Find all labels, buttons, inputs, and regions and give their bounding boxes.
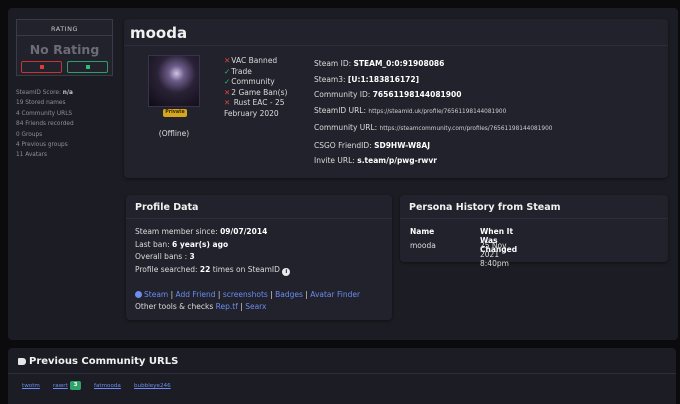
- member-since: Steam member since: 09/07/2014: [135, 227, 268, 236]
- divider: [400, 218, 668, 219]
- info-icon[interactable]: i: [282, 267, 291, 276]
- profile-ids: Steam ID: STEAM_0:0:91908086 Steam3: [U:…: [314, 56, 552, 169]
- x-icon: ✕: [224, 98, 231, 107]
- community-url: Community URL: https://steamcommunity.co…: [314, 123, 553, 132]
- steamid-url: SteamID URL: https://steamid.uk/profile/…: [314, 105, 507, 115]
- online-status: (Offline): [158, 129, 190, 138]
- reptf-link[interactable]: Rep.tf: [216, 302, 238, 311]
- invite-url-link[interactable]: s.team/p/pwg-rwvr: [357, 156, 437, 165]
- game-ban-status: ✕2 Game Ban(s): [224, 87, 288, 97]
- divider: [126, 218, 392, 219]
- stat-line: 0 Groups: [16, 131, 43, 138]
- private-badge: Private: [163, 109, 187, 117]
- divider: [17, 35, 112, 36]
- thumbs-up-icon: [85, 65, 90, 69]
- rust-eac-date: February 2020: [224, 108, 279, 118]
- steamid-score: SteamID Score: n/a: [16, 90, 73, 96]
- profile-links: Steam | Add Friend | screenshots | Badge…: [135, 289, 360, 313]
- other-tools-row: Other tools & checks Rep.tf | Searx: [135, 302, 267, 311]
- count-badge: 3: [70, 381, 81, 390]
- stat-line: 4 Previous groups: [16, 142, 68, 149]
- persona-history-header: Name When It Was Changed: [410, 227, 517, 254]
- csgo-friend-id: CSGO FriendID: SD9HW-W8AJ: [314, 140, 430, 150]
- thumbs-down-button[interactable]: [21, 61, 62, 73]
- vac-ban-status: ✕VAC Banned: [224, 56, 278, 65]
- stat-line: 84 Friends recorded: [16, 121, 74, 128]
- avatar[interactable]: [148, 55, 200, 107]
- name-column-header: Name: [410, 227, 435, 236]
- stat-line: 4 Community URLS: [16, 110, 73, 117]
- previous-url-link[interactable]: fatmooda: [94, 383, 121, 389]
- persona-name: mooda: [410, 241, 436, 250]
- steam-icon: [135, 291, 142, 298]
- ban-list: ✕VAC Banned ✓Trade ✓Community ✕2 Game Ba…: [224, 56, 287, 119]
- previous-url-link[interactable]: bubbleye246: [134, 383, 171, 389]
- community-ban-status: ✓Community: [224, 77, 275, 86]
- screenshots-link[interactable]: screenshots: [223, 290, 268, 299]
- sidebar-stats: SteamID Score: n/a 19 Stored names 4 Com…: [16, 88, 74, 161]
- profile-name: mooda: [130, 24, 188, 42]
- avatar-finder-link[interactable]: Avatar Finder: [310, 290, 360, 299]
- overall-bans: Overall bans : 3: [135, 252, 195, 261]
- table-row: mooda 25 Nov 2021 8:40pm: [410, 241, 509, 268]
- thumbs-down-icon: [39, 65, 44, 69]
- persona-history-title: Persona History from Steam: [409, 202, 561, 213]
- previous-url-link[interactable]: twotm: [22, 383, 40, 389]
- rating-value: No Rating: [29, 42, 100, 57]
- community-id: Community ID: 76561198144081900: [314, 90, 462, 99]
- stat-line: 11 Avatars: [16, 152, 48, 159]
- badges-link[interactable]: Badges: [275, 290, 303, 299]
- profile-card: mooda Private (Offline) ✕VAC Banned ✓Tra…: [124, 19, 668, 178]
- steamid-url-link[interactable]: https://steamid.uk/profile/7656119814408…: [368, 109, 506, 115]
- community-url-link[interactable]: https://steamcommunity.com/profiles/7656…: [380, 126, 553, 132]
- profile-data-title: Profile Data: [135, 202, 199, 213]
- thumbs-up-button[interactable]: [67, 61, 108, 73]
- divider: [124, 45, 668, 46]
- check-icon: ✓: [224, 77, 231, 86]
- persona-changed-date: 25 Nov 2021 8:40pm: [480, 241, 509, 268]
- previous-urls-title: Previous Community URLS: [18, 356, 178, 367]
- steam-link[interactable]: Steam: [144, 290, 168, 299]
- stat-line: 19 Stored names: [16, 100, 66, 107]
- divider: [8, 373, 676, 374]
- invite-url: Invite URL: s.team/p/pwg-rwvr: [314, 156, 437, 165]
- steam-id: Steam ID: STEAM_0:0:91908086: [314, 59, 445, 68]
- x-icon: ✕: [224, 87, 231, 97]
- x-icon: ✕: [224, 56, 231, 65]
- check-icon: ✓: [224, 66, 231, 76]
- persona-history-card: Persona History from Steam Name When It …: [400, 195, 668, 268]
- profile-data-card: Profile Data Steam member since: 09/07/2…: [126, 195, 392, 320]
- previous-url-link[interactable]: rawrt: [53, 383, 68, 389]
- last-ban: Last ban: 6 year(s) ago: [135, 239, 229, 249]
- links-row: Steam | Add Friend | screenshots | Badge…: [135, 289, 360, 301]
- profile-data-lines: Steam member since: 09/07/2014 Last ban:…: [135, 226, 291, 277]
- profile-searched: Profile searched: 22 times on SteamID i: [135, 264, 291, 277]
- rating-box: RATING No Rating: [16, 19, 113, 76]
- rating-header: RATING: [51, 25, 78, 33]
- tag-icon: [18, 358, 26, 365]
- searx-link[interactable]: Searx: [245, 302, 266, 311]
- trade-ban-status: ✓Trade: [224, 66, 252, 76]
- rust-eac-status: ✕ Rust EAC - 25: [224, 98, 285, 107]
- steam3-id: Steam3: [U:1:183816172]: [314, 74, 420, 84]
- add-friend-link[interactable]: Add Friend: [176, 290, 216, 299]
